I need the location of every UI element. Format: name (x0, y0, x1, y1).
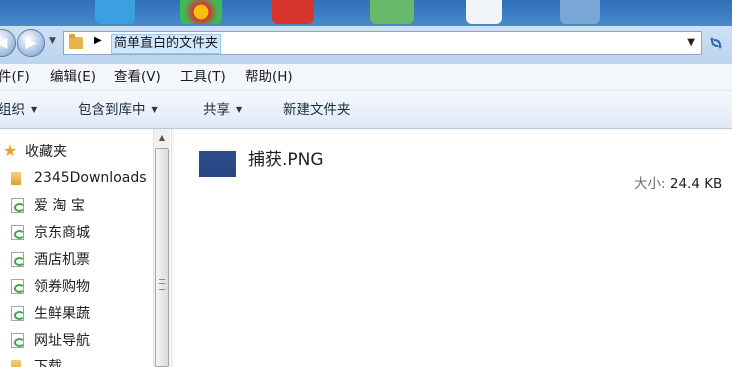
folder-icon (69, 34, 83, 49)
image-thumbnail[interactable] (199, 151, 236, 177)
refresh-icon (710, 37, 722, 49)
command-bar: 组织 ▼ 包含到库中 ▼ 共享 ▼ 新建文件夹 (0, 91, 732, 129)
menu-bar: 件(F) 编辑(E) 查看(V) 工具(T) 帮助(H) (0, 64, 732, 91)
folder-icon (11, 359, 21, 367)
menu-tools[interactable]: 工具(T) (180, 68, 226, 86)
nav-item-label: 京东商城 (34, 225, 90, 241)
organize-button[interactable]: 组织 ▼ (0, 100, 37, 120)
share-label: 共享 (203, 102, 230, 118)
file-size-value: 24.4 KB (669, 176, 723, 192)
nav-item-label: 2345Downloads (34, 170, 147, 186)
nav-item-label: 酒店机票 (34, 252, 90, 268)
file-list: 捕获.PNG 大小: 24.4 KB (174, 129, 732, 367)
nav-scrollbar[interactable]: ▲ (153, 129, 170, 367)
navigation-pane: ★ 收藏夹 2345Downloads 爱 淘 宝 京东商城 酒店机票 领券购物… (0, 129, 153, 367)
folder-icon (11, 171, 21, 185)
address-dropdown-icon[interactable]: ▼ (687, 37, 695, 48)
share-button[interactable]: 共享 ▼ (203, 100, 242, 120)
link-icon (11, 278, 25, 294)
back-button[interactable]: ◀ (0, 29, 16, 57)
star-icon: ★ (2, 141, 18, 160)
link-icon (11, 197, 25, 213)
chevron-down-icon: ▼ (236, 105, 243, 114)
link-icon (11, 224, 25, 240)
nav-item-navigation[interactable]: 网址导航 (0, 328, 153, 352)
link-icon (11, 332, 25, 348)
link-icon (11, 305, 25, 321)
music-icon (272, 0, 314, 24)
file-size-label: 大小: (634, 176, 666, 192)
nav-favorites-label: 收藏夹 (25, 144, 67, 160)
nav-item-hotel[interactable]: 酒店机票 (0, 247, 153, 271)
document-icon (466, 0, 502, 24)
file-size: 大小: 24.4 KB (634, 172, 722, 192)
recent-pages-dropdown[interactable]: ▼ (49, 36, 56, 46)
address-path[interactable]: 简单直白的文件夹 (111, 34, 222, 54)
include-in-library-label: 包含到库中 (78, 102, 146, 118)
refresh-button[interactable] (704, 32, 728, 54)
nav-item-label: 生鲜果蔬 (34, 306, 90, 322)
nav-item-aitaobao[interactable]: 爱 淘 宝 (0, 193, 153, 217)
scrollbar-thumb[interactable] (155, 148, 169, 367)
nav-favorites[interactable]: ★ 收藏夹 (0, 139, 153, 163)
nav-item-2345downloads[interactable]: 2345Downloads (0, 166, 153, 190)
link-icon (11, 251, 25, 267)
nav-item-label: 领券购物 (34, 279, 90, 295)
address-toolbar: ◀ ▶ ▼ ▶ 简单直白的文件夹 ▼ (0, 26, 732, 64)
menu-help[interactable]: 帮助(H) (245, 68, 293, 86)
nav-item-jd[interactable]: 京东商城 (0, 220, 153, 244)
forward-button[interactable]: ▶ (17, 29, 45, 57)
nav-item-downloads[interactable]: 下载 (0, 354, 153, 367)
scroll-up-icon[interactable]: ▲ (154, 129, 170, 146)
address-bar[interactable]: ▶ 简单直白的文件夹 ▼ (63, 31, 702, 55)
new-folder-button[interactable]: 新建文件夹 (283, 100, 351, 120)
file-name[interactable]: 捕获.PNG (248, 145, 324, 170)
chevron-down-icon: ▼ (31, 105, 38, 114)
nav-item-label: 网址导航 (34, 333, 90, 349)
app-icon (95, 0, 135, 24)
app-icon (560, 0, 600, 24)
grip-icon (159, 279, 165, 290)
nav-item-fresh[interactable]: 生鲜果蔬 (0, 301, 153, 325)
menu-file[interactable]: 件(F) (0, 68, 30, 86)
nav-item-coupons[interactable]: 领券购物 (0, 274, 153, 298)
menu-view[interactable]: 查看(V) (114, 68, 161, 86)
breadcrumb-separator-icon[interactable]: ▶ (94, 35, 102, 46)
app-icon (370, 0, 414, 24)
chevron-down-icon: ▼ (151, 105, 158, 114)
include-in-library-button[interactable]: 包含到库中 ▼ (78, 100, 158, 120)
nav-item-label: 爱 淘 宝 (34, 198, 85, 214)
browser-icon (180, 0, 222, 24)
nav-item-label: 下载 (34, 359, 62, 367)
menu-edit[interactable]: 编辑(E) (50, 68, 96, 86)
organize-label: 组织 (0, 102, 25, 118)
